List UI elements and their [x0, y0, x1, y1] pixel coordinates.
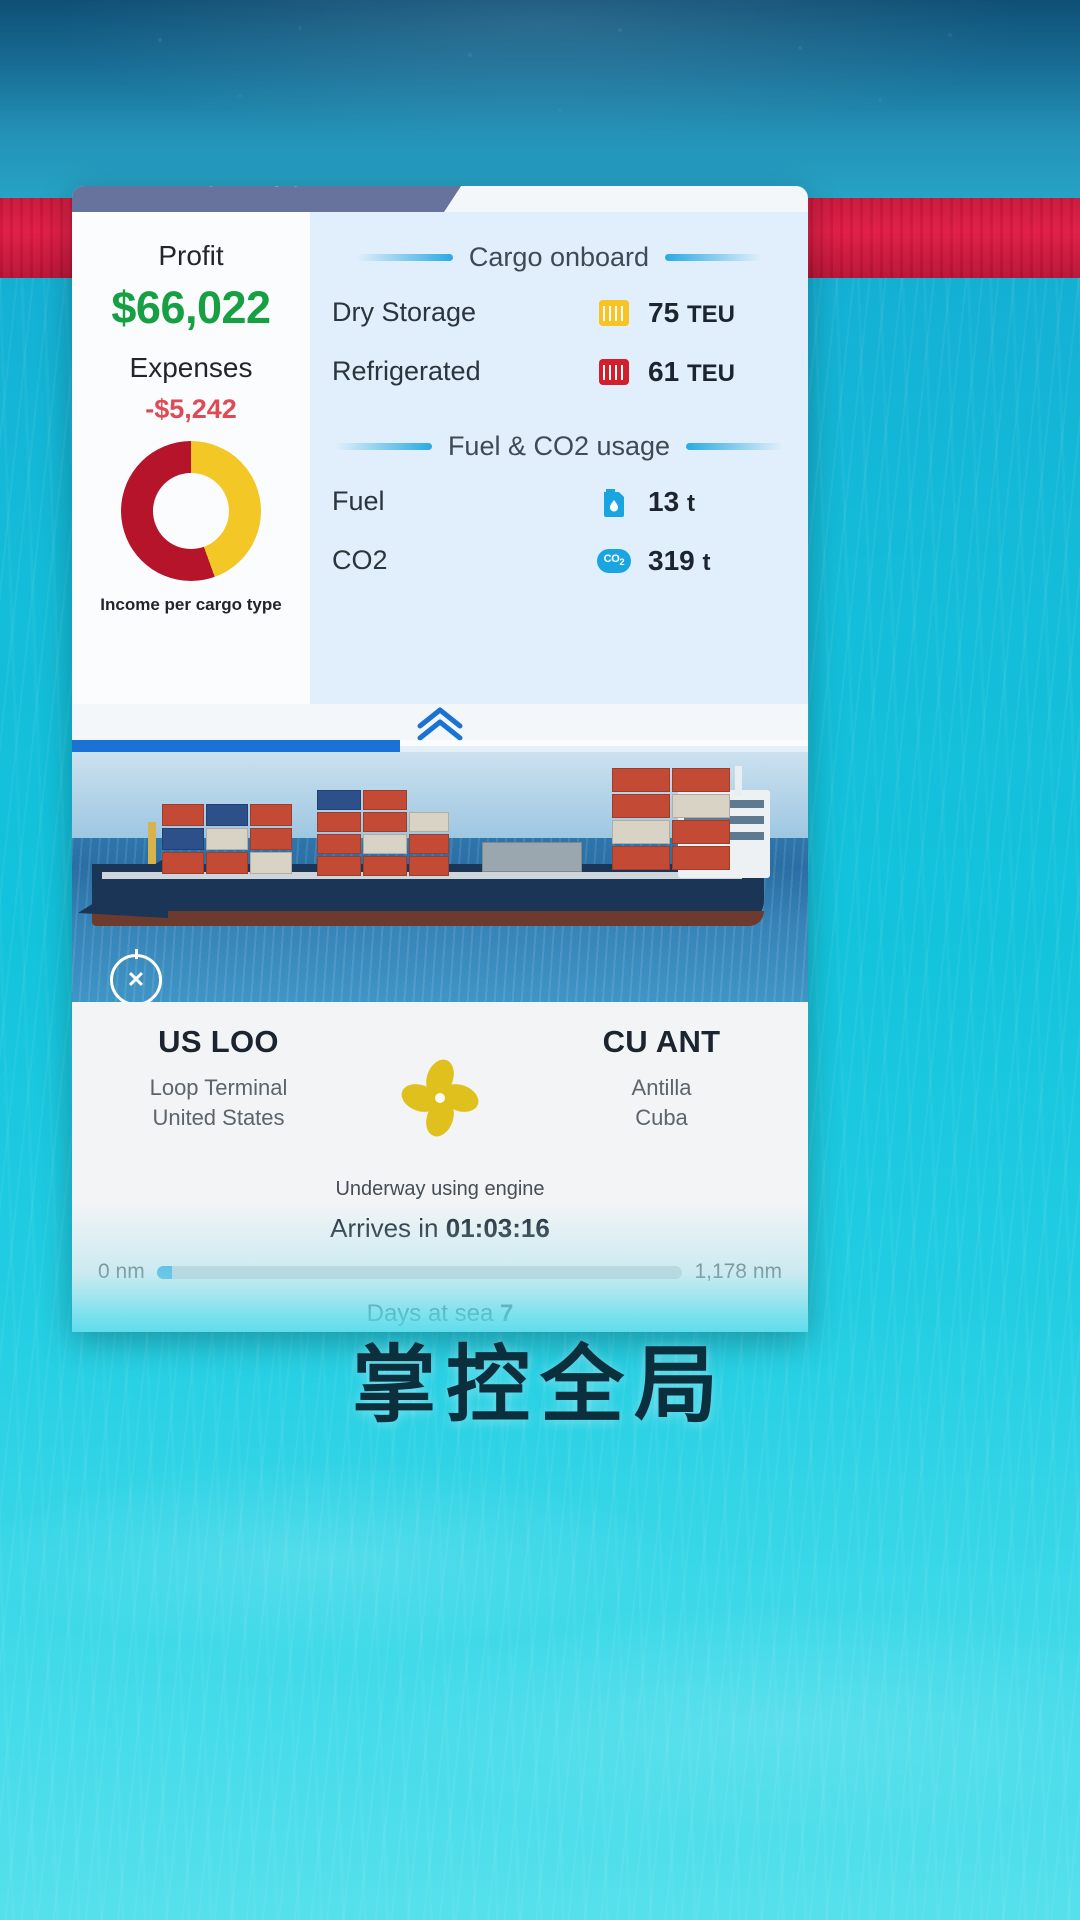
cargo-row-refrigerated[interactable]: Refrigerated 61 TEU [310, 342, 808, 401]
anchor-blocked-icon[interactable]: ✕ [110, 949, 162, 1002]
cargo-section-header: Cargo onboard [310, 242, 808, 273]
donut-hole [153, 473, 229, 549]
donut-caption: Income per cargo type [100, 595, 282, 614]
cargo-value: 61 TEU [648, 355, 735, 387]
voyage-status: Underway using engine [335, 1178, 545, 1200]
promo-headline: 掌控全局 [351, 1336, 728, 1434]
co2-icon: CO2 [594, 548, 634, 573]
cargo-row-dry-storage[interactable]: Dry Storage 75 TEU [310, 283, 808, 342]
container-icon-red [594, 358, 634, 385]
divider-line-right [665, 254, 762, 261]
distance-end-label: 1,178 nm [694, 1260, 782, 1283]
arrival-countdown: Arrives in 01:03:16 [72, 1213, 808, 1244]
financials-panel: Profit $66,022 Expenses -$5,242 Income p… [72, 212, 310, 704]
fuel-row-co2[interactable]: CO2 CO2 319 t [310, 531, 808, 590]
fuel-label: Fuel [332, 486, 385, 516]
distance-progress-bar[interactable] [156, 1265, 683, 1279]
fuel-value: 13 t [648, 485, 695, 517]
route-panel: US LOO Loop Terminal United States CU AN… [72, 1002, 808, 1332]
profit-value: $66,022 [111, 282, 271, 333]
distance-start-label: 0 nm [98, 1260, 145, 1283]
cargo-label: Refrigerated [332, 356, 481, 386]
origin-port[interactable]: US LOO Loop Terminal United States [72, 1024, 365, 1131]
cargo-label: Dry Storage [332, 297, 477, 327]
page-title: DEPARTURE SUMMARY [72, 186, 408, 193]
expenses-value: -$5,242 [145, 394, 237, 424]
arrival-time: 01:03:16 [445, 1213, 550, 1243]
propeller-icon [365, 1024, 515, 1140]
background-sky [0, 0, 1080, 215]
summary-section: Profit $66,022 Expenses -$5,242 Income p… [72, 212, 808, 704]
destination-port-country: Cuba [635, 1104, 688, 1130]
cargo-section-title: Cargo onboard [468, 242, 650, 272]
jerrycan-icon [594, 486, 634, 518]
photo-container-stack [162, 804, 292, 874]
photo-mast [735, 766, 742, 796]
fuel-section-header: Fuel & CO2 usage [310, 431, 808, 462]
divider-line-left [335, 443, 432, 450]
co2-label: CO2 [332, 545, 388, 575]
container-icon-yellow [594, 299, 634, 326]
distance-progress-row: 0 nm 1,178 nm [72, 1260, 808, 1284]
divider-line-right [686, 443, 783, 450]
origin-port-code: US LOO [158, 1024, 279, 1059]
departure-summary-card: DEPARTURE SUMMARY Profit $66,022 Expense… [72, 186, 808, 1332]
arrival-label: Arrives in [330, 1213, 439, 1243]
destination-port-terminal: Antilla [631, 1075, 692, 1100]
destination-port-code: CU ANT [602, 1024, 721, 1059]
fuel-row-fuel[interactable]: Fuel 13 t [310, 472, 808, 531]
profit-label: Profit [158, 240, 224, 271]
photo-container-stack [612, 768, 732, 874]
fuel-section-title: Fuel & CO2 usage [447, 431, 671, 461]
vessel-photo[interactable]: ✕ [72, 746, 808, 1002]
cargo-fuel-panel: Cargo onboard Dry Storage 75 TEU Refrige… [310, 212, 808, 704]
chevron-double-up-icon [417, 707, 463, 741]
photo-container-stack [482, 842, 582, 874]
divider-line-left [356, 254, 453, 261]
destination-port[interactable]: CU ANT Antilla Cuba [515, 1024, 808, 1131]
co2-value: 319 t [648, 544, 711, 576]
voyage-progress-strip [72, 740, 808, 752]
origin-port-country: United States [152, 1104, 285, 1130]
ports-row: US LOO Loop Terminal United States CU AN… [72, 1024, 808, 1140]
origin-port-terminal: Loop Terminal [149, 1075, 288, 1100]
photo-container-stack [317, 790, 449, 876]
expenses-label: Expenses [129, 352, 253, 383]
income-per-cargo-type-donut-chart [121, 441, 261, 581]
cargo-value: 75 TEU [648, 296, 735, 328]
card-header-ribbon: DEPARTURE SUMMARY [72, 186, 490, 212]
